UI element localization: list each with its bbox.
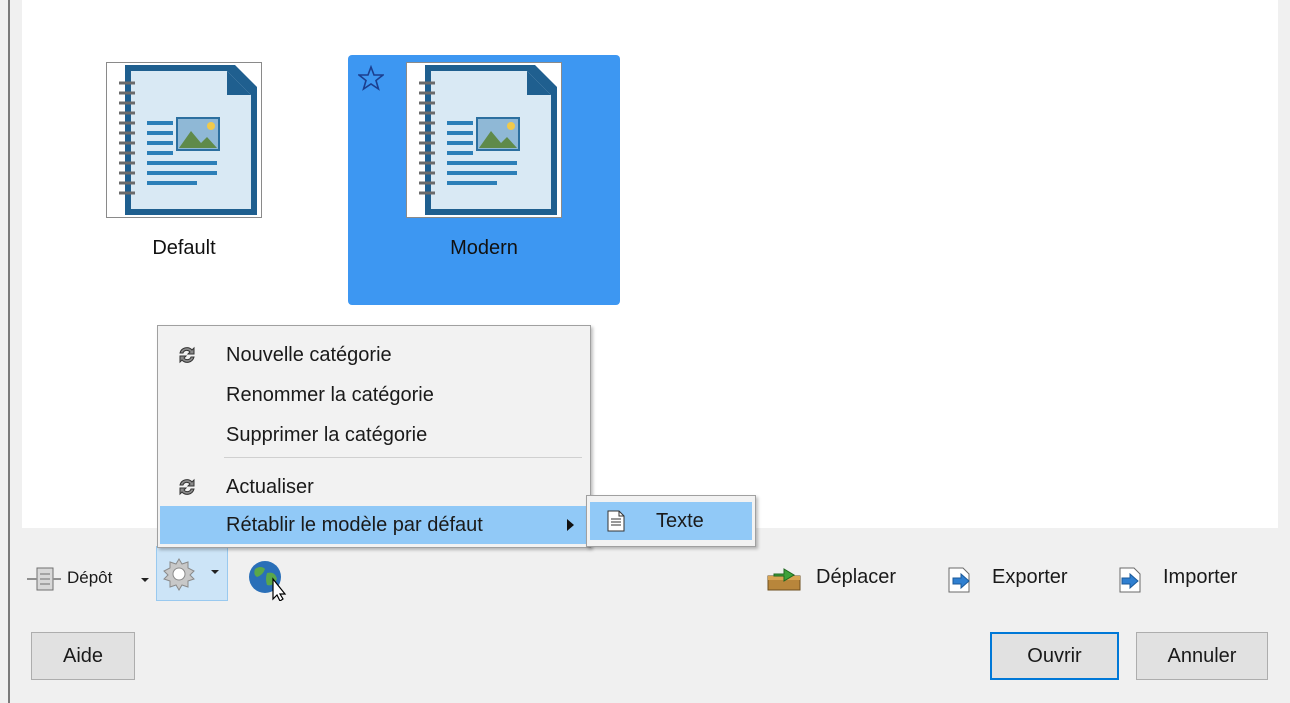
submenu-item-text[interactable]: Texte <box>590 502 752 540</box>
submenu-arrow-icon <box>567 519 574 531</box>
menu-item-rename-category[interactable]: Renommer la catégorie <box>160 376 588 414</box>
export-icon <box>945 566 973 600</box>
menu-item-label: Rétablir le modèle par défaut <box>226 514 483 536</box>
template-item-modern[interactable]: Modern <box>348 55 620 305</box>
help-label: Aide <box>62 645 104 667</box>
menu-item-label: Actualiser <box>226 476 314 498</box>
refresh-icon <box>176 476 198 504</box>
writer-document-icon <box>419 65 557 215</box>
open-button[interactable]: Ouvrir <box>990 632 1119 680</box>
menu-item-reset-default-template[interactable]: Rétablir le modèle par défaut <box>160 506 588 544</box>
cancel-button[interactable]: Annuler <box>1136 632 1268 680</box>
move-icon <box>766 566 802 600</box>
globe-icon[interactable] <box>245 557 289 606</box>
import-icon <box>1116 566 1144 600</box>
move-label: Déplacer <box>816 566 897 588</box>
settings-menu-button[interactable] <box>156 546 228 601</box>
submenu-item-label: Texte <box>656 510 704 532</box>
menu-item-label: Supprimer la catégorie <box>226 424 428 446</box>
menu-item-label: Renommer la catégorie <box>226 384 434 406</box>
server-icon <box>27 566 61 598</box>
menu-item-new-category[interactable]: Nouvelle catégorie <box>160 336 588 374</box>
chevron-down-icon[interactable] <box>141 578 149 582</box>
star-icon[interactable] <box>356 64 386 96</box>
window-border <box>8 0 10 703</box>
template-thumbnail <box>407 63 561 217</box>
menu-item-delete-category[interactable]: Supprimer la catégorie <box>160 416 588 454</box>
refresh-icon <box>176 344 198 372</box>
template-thumbnail <box>107 63 261 217</box>
chevron-down-icon[interactable] <box>211 570 219 574</box>
import-label: Importer <box>1163 566 1238 588</box>
menu-item-refresh[interactable]: Actualiser <box>160 468 588 506</box>
menu-item-label: Nouvelle catégorie <box>226 344 392 366</box>
template-manager-dialog: Default Modern Dépôt Déplacer Exporter I… <box>0 0 1290 703</box>
export-label: Exporter <box>992 566 1068 588</box>
gear-icon <box>162 557 196 596</box>
cancel-label: Annuler <box>1167 645 1237 667</box>
template-item-default[interactable]: Default <box>98 55 270 305</box>
reset-default-submenu: Texte <box>586 495 756 547</box>
open-label: Ouvrir <box>1027 645 1082 667</box>
template-label: Modern <box>450 237 518 259</box>
menu-separator <box>224 457 582 458</box>
template-label: Default <box>152 237 216 259</box>
repository-label: Dépôt <box>67 568 113 587</box>
text-document-icon <box>606 510 626 538</box>
help-button[interactable]: Aide <box>31 632 135 680</box>
category-context-menu: Nouvelle catégorie Renommer la catégorie… <box>157 325 591 548</box>
writer-document-icon <box>119 65 257 215</box>
